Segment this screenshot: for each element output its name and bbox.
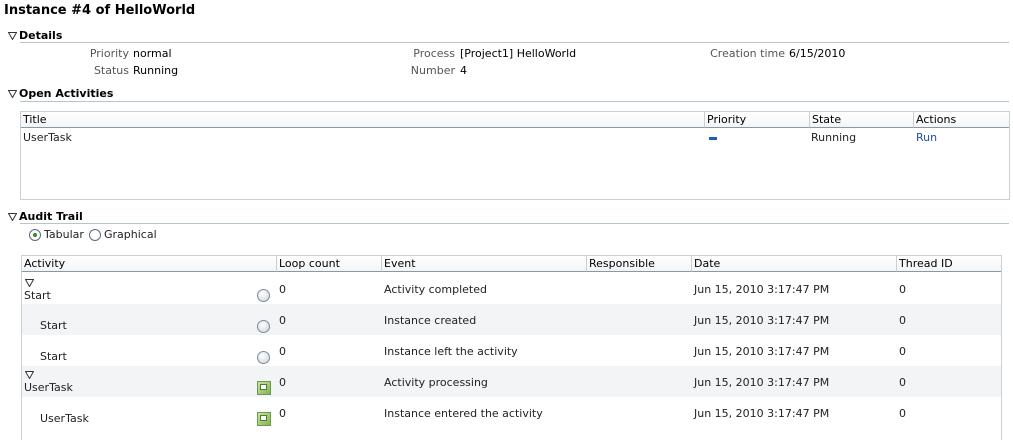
date: Jun 15, 2010 3:17:47 PM	[694, 345, 830, 358]
tabular-radio[interactable]	[29, 228, 41, 241]
details-header: Details	[19, 29, 63, 42]
collapse-triangle-icon	[8, 89, 17, 98]
status-value: Running	[133, 64, 179, 77]
open-activities-divider	[20, 101, 1009, 102]
table-row[interactable]: UserTask 0 Activity processing Jun 15, 2…	[22, 366, 1001, 397]
column-header-activity[interactable]: Activity	[22, 256, 277, 272]
thread-id: 0	[899, 283, 906, 296]
loop-count: 0	[279, 314, 286, 327]
number-value: 4	[460, 64, 467, 77]
circle-icon	[257, 289, 270, 302]
open-activities-header: Open Activities	[19, 87, 114, 100]
activity-name: UserTask	[40, 412, 89, 425]
circle-icon	[257, 351, 270, 364]
table-row[interactable]: UserTask 0 Instance entered the activity…	[22, 397, 1001, 428]
collapse-triangle-icon	[8, 212, 17, 221]
open-activity-title: UserTask	[23, 131, 72, 144]
column-header-responsible[interactable]: Responsible	[587, 256, 692, 272]
audit-trail-header: Audit Trail	[19, 210, 83, 223]
priority-label: Priority	[89, 47, 129, 60]
details-divider	[20, 42, 1009, 43]
thread-id: 0	[899, 314, 906, 327]
task-icon	[257, 381, 271, 395]
creation-time-label: Creation time	[710, 47, 785, 60]
status-label: Status	[93, 64, 129, 77]
audit-trail-section-toggle[interactable]: Audit Trail	[8, 210, 83, 223]
column-header-actions[interactable]: Actions	[914, 112, 1009, 128]
event: Activity processing	[384, 376, 488, 389]
process-value: [Project1] HelloWorld	[460, 47, 577, 60]
page-title: Instance #4 of HelloWorld	[4, 3, 196, 18]
column-header-state[interactable]: State	[810, 112, 914, 128]
circle-icon	[257, 320, 270, 333]
priority-low-icon	[709, 137, 717, 140]
run-link[interactable]: Run	[916, 131, 937, 144]
event: Instance entered the activity	[384, 407, 543, 420]
column-header-event[interactable]: Event	[382, 256, 587, 272]
column-header-thread-id[interactable]: Thread ID	[897, 256, 1001, 272]
graphical-label: Graphical	[104, 228, 157, 241]
loop-count: 0	[279, 376, 286, 389]
expand-triangle-icon[interactable]	[25, 371, 34, 379]
table-row[interactable]: Start 0 Activity completed Jun 15, 2010 …	[22, 273, 1001, 304]
event: Instance created	[384, 314, 477, 327]
tabular-label: Tabular	[44, 228, 84, 241]
graphical-radio[interactable]	[89, 228, 101, 241]
date: Jun 15, 2010 3:17:47 PM	[694, 314, 830, 327]
collapse-triangle-icon	[8, 31, 17, 40]
view-graphical-option[interactable]: Graphical	[89, 228, 157, 241]
view-tabular-option[interactable]: Tabular	[29, 228, 84, 241]
activity-name: UserTask	[24, 381, 73, 394]
date: Jun 15, 2010 3:17:47 PM	[694, 283, 830, 296]
activity-name: Start	[24, 289, 51, 302]
open-activity-state: Running	[811, 131, 857, 144]
date: Jun 15, 2010 3:17:47 PM	[694, 407, 830, 420]
details-section-toggle[interactable]: Details	[8, 29, 62, 42]
column-header-priority[interactable]: Priority	[705, 112, 810, 128]
event: Activity completed	[384, 283, 487, 296]
expand-triangle-icon[interactable]	[25, 279, 34, 287]
loop-count: 0	[279, 345, 286, 358]
thread-id: 0	[899, 345, 906, 358]
activity-name: Start	[40, 319, 67, 332]
table-row[interactable]: Start 0 Instance left the activity Jun 1…	[22, 335, 1001, 366]
loop-count: 0	[279, 407, 286, 420]
open-activities-section-toggle[interactable]: Open Activities	[8, 87, 113, 100]
column-header-date[interactable]: Date	[692, 256, 897, 272]
table-row[interactable]: UserTask Running Run	[21, 129, 1009, 147]
audit-trail-table: Activity Loop count Event Responsible Da…	[21, 255, 1002, 440]
activity-name: Start	[40, 350, 67, 363]
column-header-loop-count[interactable]: Loop count	[277, 256, 382, 272]
column-header-title[interactable]: Title	[21, 112, 705, 128]
creation-time-value: 6/15/2010	[789, 47, 846, 60]
open-activities-table: Title Priority State Actions UserTask Ru…	[20, 111, 1010, 200]
process-label: Process	[413, 47, 455, 60]
number-label: Number	[410, 64, 455, 77]
loop-count: 0	[279, 283, 286, 296]
event: Instance left the activity	[384, 345, 518, 358]
date: Jun 15, 2010 3:17:47 PM	[694, 376, 830, 389]
thread-id: 0	[899, 407, 906, 420]
priority-value: normal	[133, 47, 172, 60]
task-icon	[257, 412, 271, 426]
thread-id: 0	[899, 376, 906, 389]
audit-trail-divider	[20, 223, 1009, 224]
table-row[interactable]: Start 0 Instance created Jun 15, 2010 3:…	[22, 304, 1001, 335]
